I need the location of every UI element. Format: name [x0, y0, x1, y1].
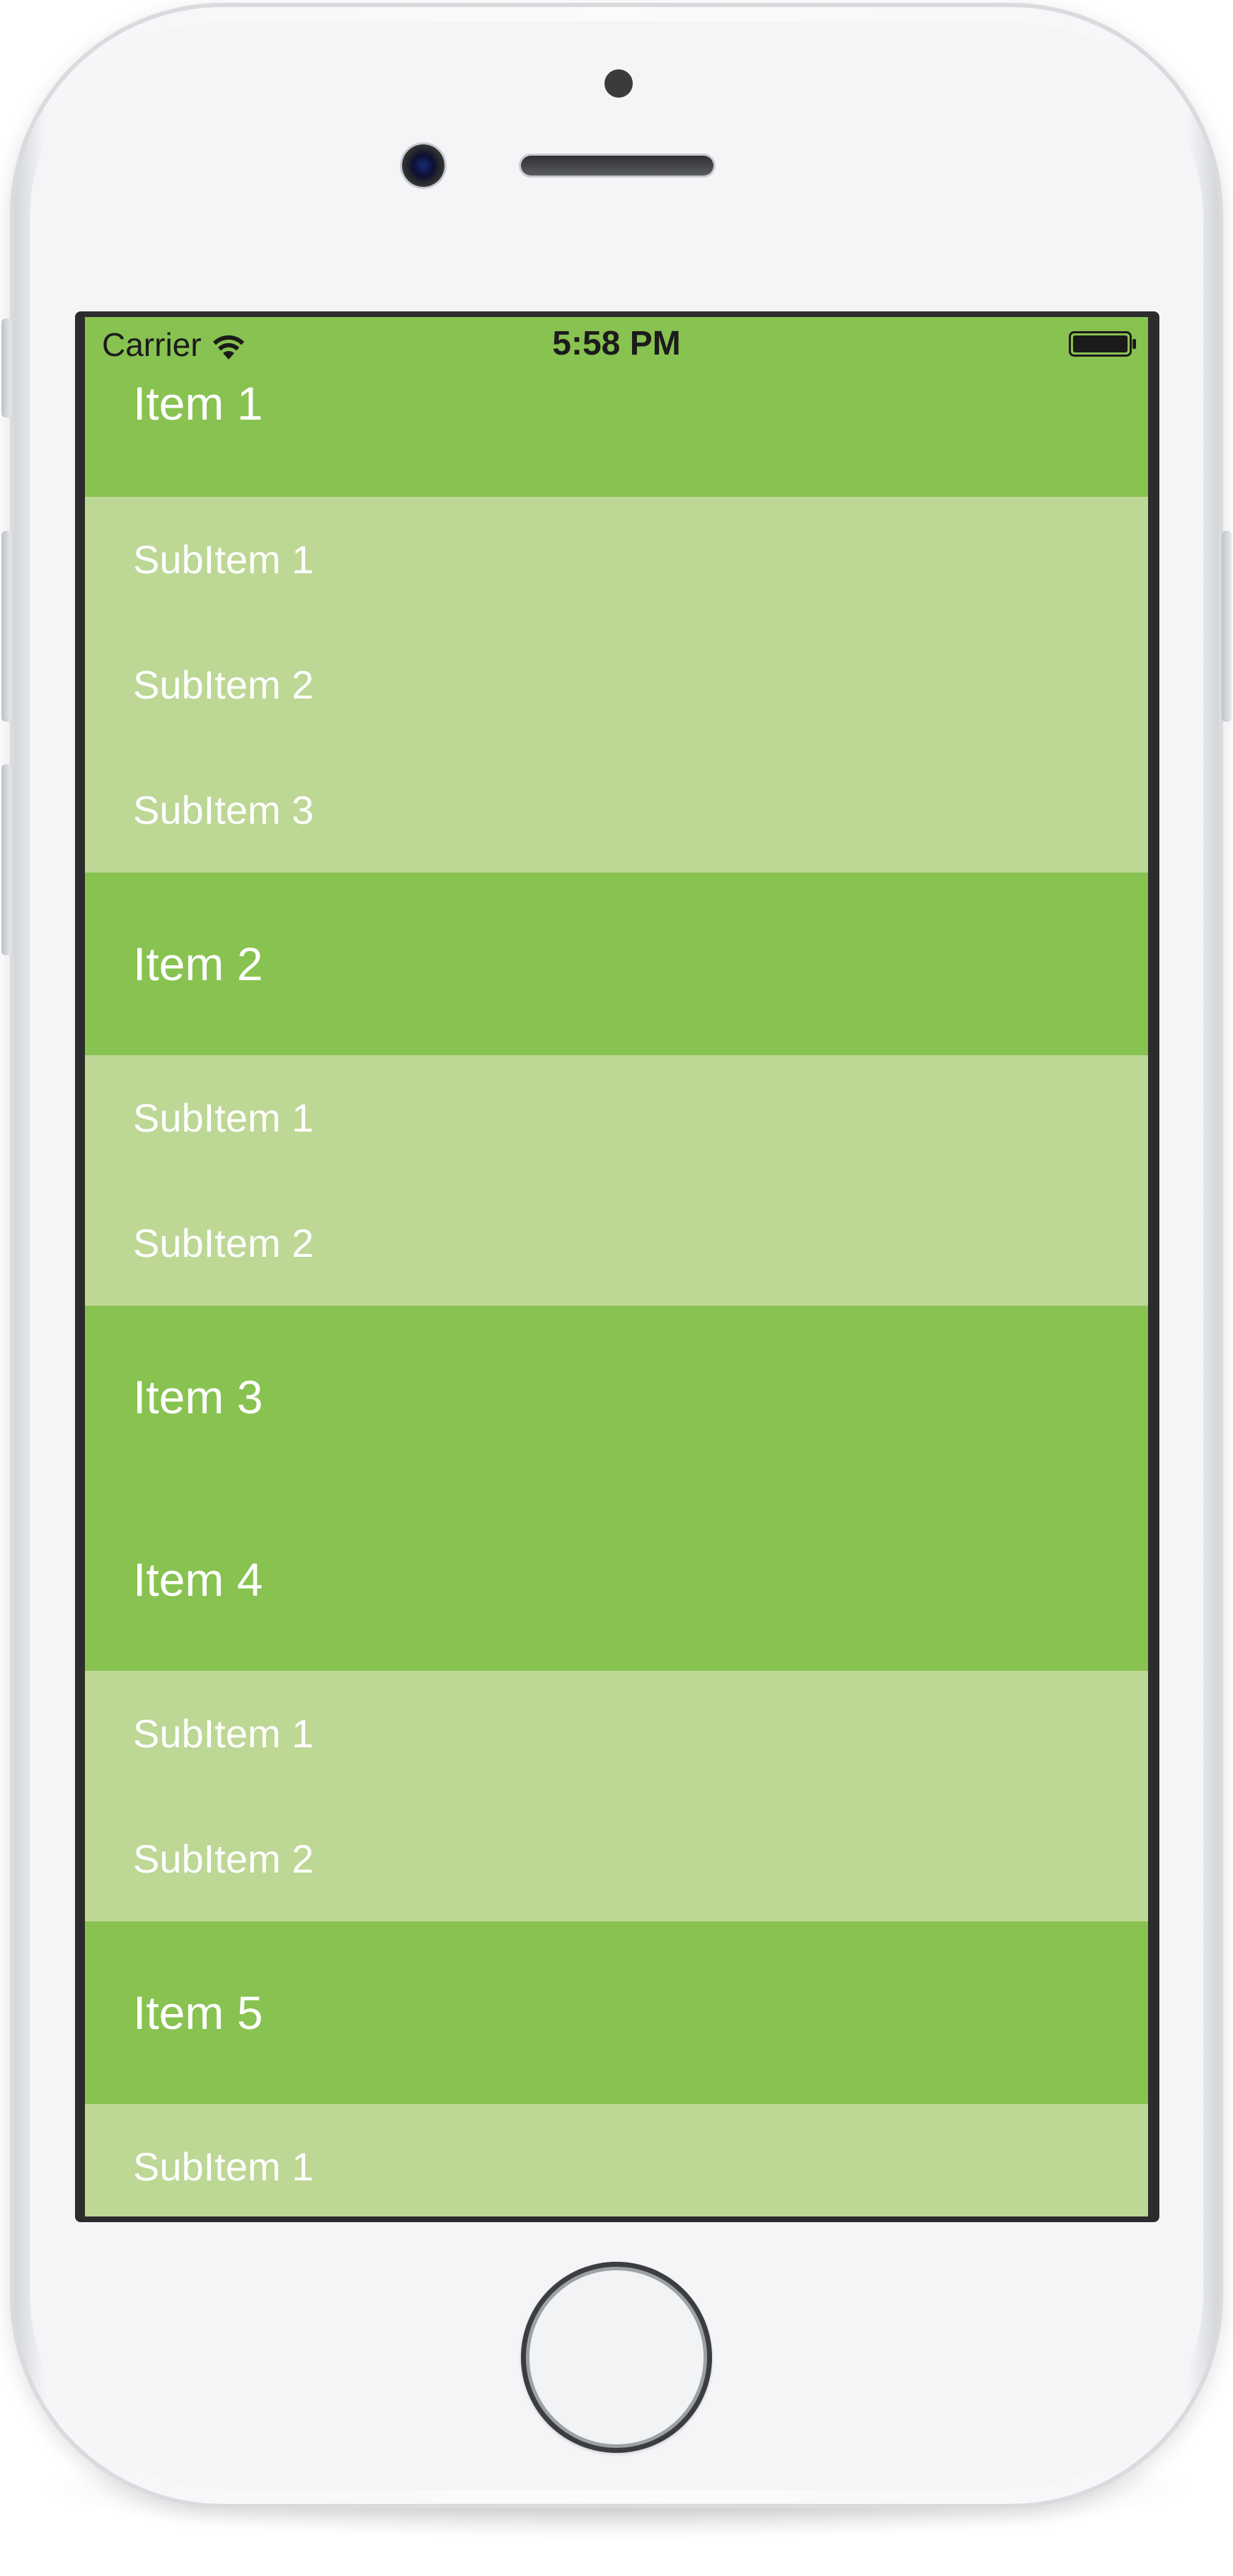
subitem-label: SubItem 2 — [133, 1836, 314, 1881]
section-header-label: Item 5 — [133, 1986, 263, 2039]
subitem-label: SubItem 1 — [133, 1096, 314, 1140]
subitem-row[interactable]: SubItem 1 — [85, 2104, 1148, 2216]
subitem-row[interactable]: SubItem 2 — [85, 622, 1148, 747]
subitem-row[interactable]: SubItem 1 — [85, 1671, 1148, 1796]
volume-up-button — [1, 531, 11, 722]
subitem-label: SubItem 3 — [133, 788, 314, 832]
volume-down-button — [1, 764, 11, 955]
subitem-label: SubItem 2 — [133, 662, 314, 707]
subitem-row[interactable]: SubItem 2 — [85, 1796, 1148, 1921]
power-button — [1222, 531, 1232, 722]
earpiece-speaker — [521, 156, 713, 176]
section-header-label: Item 1 — [133, 377, 263, 430]
subitem-label: SubItem 1 — [133, 1711, 314, 1756]
subitem-row[interactable]: SubItem 2 — [85, 1180, 1148, 1306]
screen: Carrier 5:58 PM Item 1 SubItem 1 SubItem… — [85, 317, 1148, 2216]
section-header-row[interactable]: Item 3 — [85, 1306, 1148, 1488]
section-header-row[interactable]: Item 2 — [85, 873, 1148, 1055]
stage: Carrier 5:58 PM Item 1 SubItem 1 SubItem… — [0, 0, 1233, 2576]
subitem-row[interactable]: SubItem 1 — [85, 497, 1148, 622]
status-time: 5:58 PM — [552, 325, 681, 362]
subitem-label: SubItem 1 — [133, 537, 314, 582]
front-camera-icon — [402, 144, 445, 187]
subitem-row[interactable]: SubItem 1 — [85, 1055, 1148, 1180]
section-header-label: Item 2 — [133, 938, 263, 990]
subitem-row[interactable]: SubItem 3 — [85, 747, 1148, 873]
section-header-row[interactable]: Item 5 — [85, 1921, 1148, 2104]
section-header-label: Item 4 — [133, 1553, 263, 1606]
proximity-sensor — [604, 69, 633, 98]
subitem-label: SubItem 2 — [133, 1221, 314, 1265]
mute-switch — [1, 318, 11, 418]
section-header-row[interactable]: Item 4 — [85, 1488, 1148, 1671]
status-bar: Carrier 5:58 PM — [85, 317, 1148, 371]
home-button[interactable] — [521, 2262, 712, 2453]
battery-icon — [1069, 331, 1136, 357]
section-header-label: Item 3 — [133, 1371, 263, 1423]
subitem-label: SubItem 1 — [133, 2144, 314, 2189]
